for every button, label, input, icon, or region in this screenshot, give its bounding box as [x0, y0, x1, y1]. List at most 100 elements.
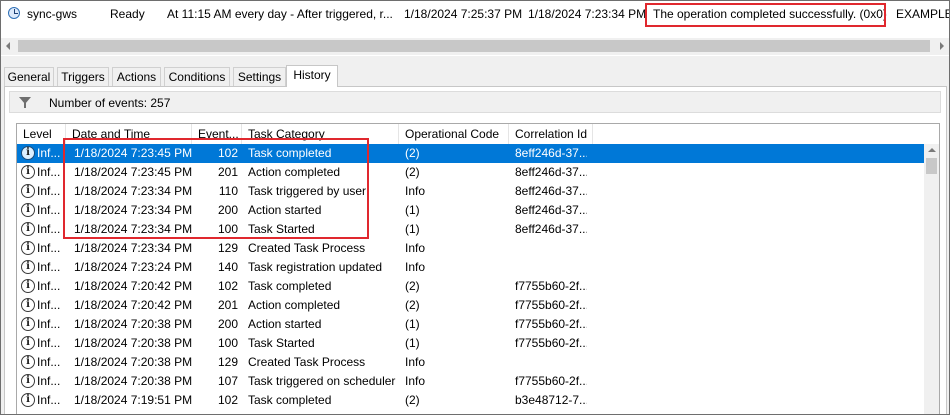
- cell-category: Task completed: [248, 393, 332, 407]
- task-author: EXAMPLE\: [896, 7, 949, 21]
- task-details-pane: General Triggers Actions Conditions Sett…: [1, 56, 949, 414]
- cell-date: 1/18/2024 7:20:38 PM: [74, 336, 192, 350]
- cell-date: 1/18/2024 7:23:34 PM: [74, 241, 192, 255]
- cell-op-code: (2): [405, 393, 420, 407]
- tab-settings[interactable]: Settings: [233, 67, 286, 86]
- cell-date: 1/18/2024 7:20:38 PM: [74, 355, 192, 369]
- cell-op-code: Info: [405, 374, 426, 388]
- info-icon: i: [21, 393, 35, 407]
- scroll-up-icon[interactable]: [928, 148, 936, 152]
- cell-event-id: 201: [217, 298, 238, 312]
- table-row[interactable]: i Inf... 1/18/2024 7:20:38 PM 200 Action sta…: [17, 315, 925, 334]
- cell-date: 1/18/2024 7:20:42 PM: [74, 298, 192, 312]
- filter-icon[interactable]: [19, 97, 31, 108]
- tab-general[interactable]: General: [4, 67, 54, 86]
- table-row[interactable]: i Inf... 1/18/2024 7:19:51 PM 102 Task compl…: [17, 391, 925, 410]
- clock-icon: [8, 7, 20, 19]
- cell-category: Action completed: [248, 298, 341, 312]
- horizontal-scroll-thumb[interactable]: [18, 40, 930, 52]
- info-icon: i: [21, 165, 35, 179]
- cell-category: Created Task Process: [248, 241, 366, 255]
- cell-level: Inf...: [37, 279, 61, 293]
- cell-level: Inf...: [37, 393, 61, 407]
- cell-level: Inf...: [37, 374, 61, 388]
- cell-correlation-id: 8eff246d-37...: [515, 146, 587, 160]
- scroll-right-icon[interactable]: [940, 42, 944, 50]
- cell-correlation-id: 8eff246d-37...: [515, 222, 587, 236]
- info-icon: i: [21, 374, 35, 388]
- cell-correlation-id: f7755b60-2f...: [515, 374, 587, 388]
- info-icon: i: [21, 317, 35, 331]
- cell-correlation-id: f7755b60-2f...: [515, 317, 587, 331]
- event-count: Number of events: 257: [49, 96, 171, 110]
- cell-correlation-id: f7755b60-2f...: [515, 298, 587, 312]
- cell-level: Inf...: [37, 355, 61, 369]
- history-tab-page: Number of events: 257 Level Date and Tim…: [4, 86, 947, 414]
- cell-category: Task triggered on scheduler: [248, 374, 396, 388]
- horizontal-scrollbar[interactable]: [1, 38, 949, 55]
- info-icon: i: [21, 241, 35, 255]
- cell-level: Inf...: [37, 146, 61, 160]
- cell-op-code: (2): [405, 298, 420, 312]
- cell-category: Task registration updated: [248, 260, 383, 274]
- info-icon: i: [21, 260, 35, 274]
- cell-correlation-id: 8eff246d-37...: [515, 184, 587, 198]
- task-triggers: At 11:15 AM every day - After triggered,…: [167, 7, 393, 21]
- info-icon: i: [21, 355, 35, 369]
- cell-correlation-id: [515, 353, 587, 372]
- task-status: Ready: [110, 7, 145, 21]
- column-header-operational-code[interactable]: Operational Code: [399, 124, 509, 144]
- cell-correlation-id: 8eff246d-37...: [515, 203, 587, 217]
- cell-level: Inf...: [37, 260, 61, 274]
- vertical-scrollbar[interactable]: [924, 144, 939, 414]
- info-icon: i: [21, 336, 35, 350]
- table-row[interactable]: i Inf... 1/18/2024 7:20:38 PM 100 Task Start…: [17, 334, 925, 353]
- cell-op-code: (2): [405, 146, 420, 160]
- cell-correlation-id: [515, 258, 587, 277]
- tab-history[interactable]: History: [286, 65, 338, 87]
- cell-correlation-id: 8eff246d-37...: [515, 165, 587, 179]
- cell-date: 1/18/2024 7:23:24 PM: [74, 260, 192, 274]
- info-icon: i: [21, 184, 35, 198]
- table-row[interactable]: i Inf... 1/18/2024 7:20:38 PM 107 Task trigg…: [17, 372, 925, 391]
- info-icon: i: [21, 279, 35, 293]
- cell-level: Inf...: [37, 203, 61, 217]
- cell-category: Task Started: [248, 336, 315, 350]
- cell-level: Inf...: [37, 317, 61, 331]
- column-header-correlation-id[interactable]: Correlation Id: [509, 124, 593, 144]
- cell-correlation-id: f7755b60-2f...: [515, 279, 587, 293]
- table-row[interactable]: i Inf... 1/18/2024 7:20:38 PM 129 Created Ta…: [17, 353, 925, 372]
- info-icon: i: [21, 146, 35, 160]
- cell-level: Inf...: [37, 165, 61, 179]
- cell-op-code: (1): [405, 336, 420, 350]
- cell-op-code: (1): [405, 222, 420, 236]
- cell-level: Inf...: [37, 184, 61, 198]
- scroll-left-icon[interactable]: [6, 42, 10, 50]
- cell-correlation-id: f7755b60-2f...: [515, 336, 587, 350]
- cell-op-code: (1): [405, 317, 420, 331]
- table-row[interactable]: i Inf... 1/18/2024 7:23:34 PM 129 Created Ta…: [17, 239, 925, 258]
- cell-date: 1/18/2024 7:20:38 PM: [74, 317, 192, 331]
- table-row[interactable]: i Inf... 1/18/2024 7:23:24 PM 140 Task regis…: [17, 258, 925, 277]
- tab-conditions[interactable]: Conditions: [164, 67, 230, 86]
- info-icon: i: [21, 222, 35, 236]
- cell-correlation-id: b3e48712-7...: [515, 393, 587, 407]
- cell-date: 1/18/2024 7:20:42 PM: [74, 279, 192, 293]
- cell-event-id: 100: [217, 336, 238, 350]
- task-last-run: 1/18/2024 7:23:34 PM: [528, 7, 647, 21]
- cell-date: 1/18/2024 7:20:38 PM: [74, 374, 192, 388]
- cell-event-id: 200: [217, 317, 238, 331]
- table-row[interactable]: i Inf... 1/18/2024 7:20:42 PM 201 Action com…: [17, 296, 925, 315]
- tab-triggers[interactable]: Triggers: [57, 67, 109, 86]
- cell-event-id: 140: [217, 260, 238, 274]
- cell-category: Created Task Process: [248, 355, 366, 369]
- task-next-run: 1/18/2024 7:25:37 PM: [404, 7, 523, 21]
- tab-actions[interactable]: Actions: [112, 67, 161, 86]
- cell-op-code: Info: [405, 355, 426, 369]
- cell-event-id: 102: [217, 279, 238, 293]
- column-header-level[interactable]: Level: [17, 124, 66, 144]
- table-row[interactable]: i Inf... 1/18/2024 7:20:42 PM 102 Task compl…: [17, 277, 925, 296]
- events-highlight-box: [63, 138, 369, 239]
- vertical-scroll-thumb[interactable]: [926, 158, 937, 174]
- cell-op-code: Info: [405, 260, 426, 274]
